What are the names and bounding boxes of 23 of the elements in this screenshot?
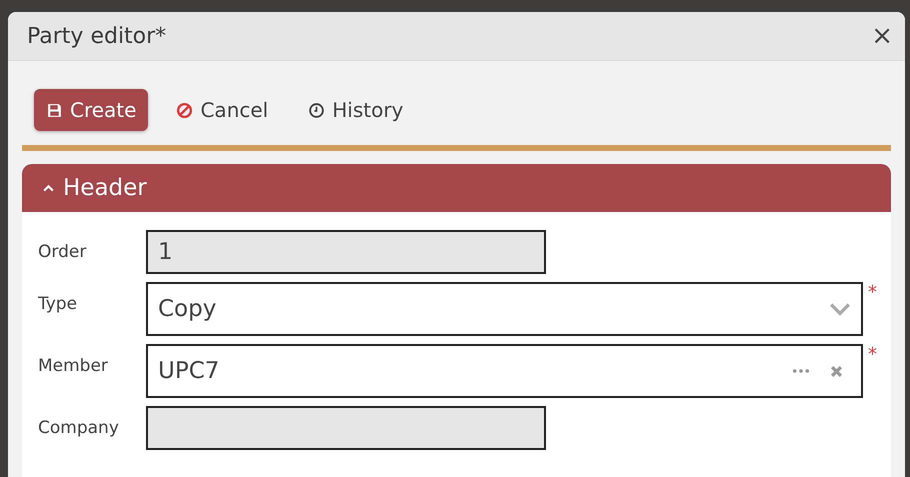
toolbar-button[interactable]: Create: [34, 89, 148, 131]
required-marker: *: [868, 282, 877, 303]
section-header[interactable]: Header: [22, 164, 891, 212]
window-title: Party editor*: [27, 24, 166, 48]
toolbar-button[interactable]: Cancel: [164, 89, 280, 131]
toolbar-button[interactable]: History: [296, 89, 416, 131]
field-label: Company: [38, 417, 120, 438]
field-label: Member: [38, 355, 109, 376]
section-title: Header: [63, 175, 147, 201]
ellipsis-icon[interactable]: [792, 368, 810, 374]
input-field[interactable]: 1: [146, 230, 546, 274]
cancel-icon: [176, 102, 194, 118]
clock-icon: [308, 102, 326, 118]
input-field[interactable]: UPC7: [146, 344, 863, 398]
required-marker: *: [868, 344, 877, 365]
close-button[interactable]: ×: [867, 21, 897, 51]
chevron-down-icon: [829, 302, 851, 316]
field-label: Order: [38, 241, 88, 262]
select-field[interactable]: Copy: [146, 282, 863, 336]
field-label: Type: [38, 293, 78, 314]
clear-icon[interactable]: [830, 364, 843, 378]
input-field[interactable]: [146, 406, 546, 450]
save-icon: [46, 102, 63, 118]
